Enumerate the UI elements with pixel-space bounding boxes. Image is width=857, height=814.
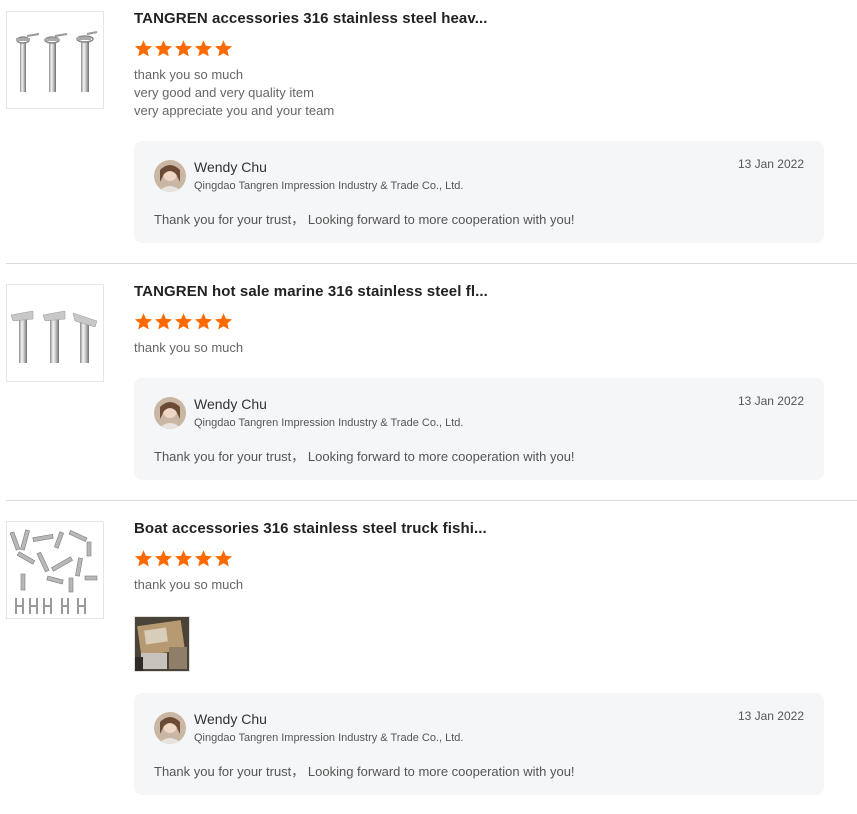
product-title[interactable]: Boat accessories 316 stainless steel tru… — [134, 520, 487, 537]
reply-author-name: Wendy Chu — [194, 159, 267, 175]
reply-company: Qingdao Tangren Impression Industry & Tr… — [194, 180, 464, 192]
product-title[interactable]: TANGREN accessories 316 stainless steel … — [134, 10, 488, 27]
star-icon — [134, 550, 153, 567]
reply-date: 13 Jan 2022 — [737, 157, 804, 171]
star-icon — [154, 40, 173, 57]
reply-company: Qingdao Tangren Impression Industry & Tr… — [194, 732, 464, 744]
comment-line: thank you so much — [134, 577, 244, 592]
seller-reply: Wendy Chu Qingdao Tangren Impression Ind… — [134, 693, 824, 795]
review-comment: thank you so much very good and very qua… — [134, 66, 334, 120]
reply-company: Qingdao Tangren Impression Industry & Tr… — [194, 417, 464, 429]
rating-stars — [134, 39, 233, 59]
rating-stars — [134, 549, 233, 569]
review-comment: thank you so much — [134, 339, 243, 357]
accessories-collage-image — [9, 529, 98, 614]
package-photo — [135, 617, 189, 671]
comment-line: thank you so much — [134, 340, 244, 355]
star-icon — [194, 40, 213, 57]
star-icon — [214, 313, 233, 330]
avatar — [154, 712, 186, 744]
product-thumbnail[interactable] — [6, 284, 104, 382]
product-thumbnail[interactable] — [6, 11, 104, 109]
rod-holder-image — [16, 31, 98, 92]
reply-message: Thank you for your trust， Looking forwar… — [154, 764, 575, 779]
seller-reply: Wendy Chu Qingdao Tangren Impression Ind… — [134, 141, 824, 243]
review-comment: thank you so much — [134, 576, 243, 594]
reply-author-name: Wendy Chu — [194, 396, 267, 412]
comment-line: very good and very quality item — [134, 85, 314, 100]
comment-line: very appreciate you and your team — [134, 103, 335, 118]
reply-message: Thank you for your trust， Looking forwar… — [154, 449, 575, 464]
product-title[interactable]: TANGREN hot sale marine 316 stainless st… — [134, 283, 488, 300]
star-icon — [174, 550, 193, 567]
star-icon — [134, 313, 153, 330]
seller-reply: Wendy Chu Qingdao Tangren Impression Ind… — [134, 378, 824, 480]
avatar — [154, 397, 186, 429]
star-icon — [214, 40, 233, 57]
star-icon — [194, 550, 213, 567]
avatar — [154, 160, 186, 192]
reply-date: 13 Jan 2022 — [737, 709, 804, 723]
rod-holder-image — [10, 310, 98, 363]
comment-line: thank you so much — [134, 67, 244, 82]
reply-author-name: Wendy Chu — [194, 711, 267, 727]
star-icon — [154, 313, 173, 330]
divider — [6, 263, 857, 264]
star-icon — [134, 40, 153, 57]
reply-date: 13 Jan 2022 — [737, 394, 804, 408]
star-icon — [174, 40, 193, 57]
divider — [6, 500, 857, 501]
star-icon — [154, 550, 173, 567]
product-thumbnail[interactable] — [6, 521, 104, 619]
star-icon — [174, 313, 193, 330]
review-photo[interactable] — [134, 616, 190, 672]
reply-message: Thank you for your trust， Looking forwar… — [154, 212, 575, 227]
star-icon — [194, 313, 213, 330]
rating-stars — [134, 312, 233, 332]
star-icon — [214, 550, 233, 567]
